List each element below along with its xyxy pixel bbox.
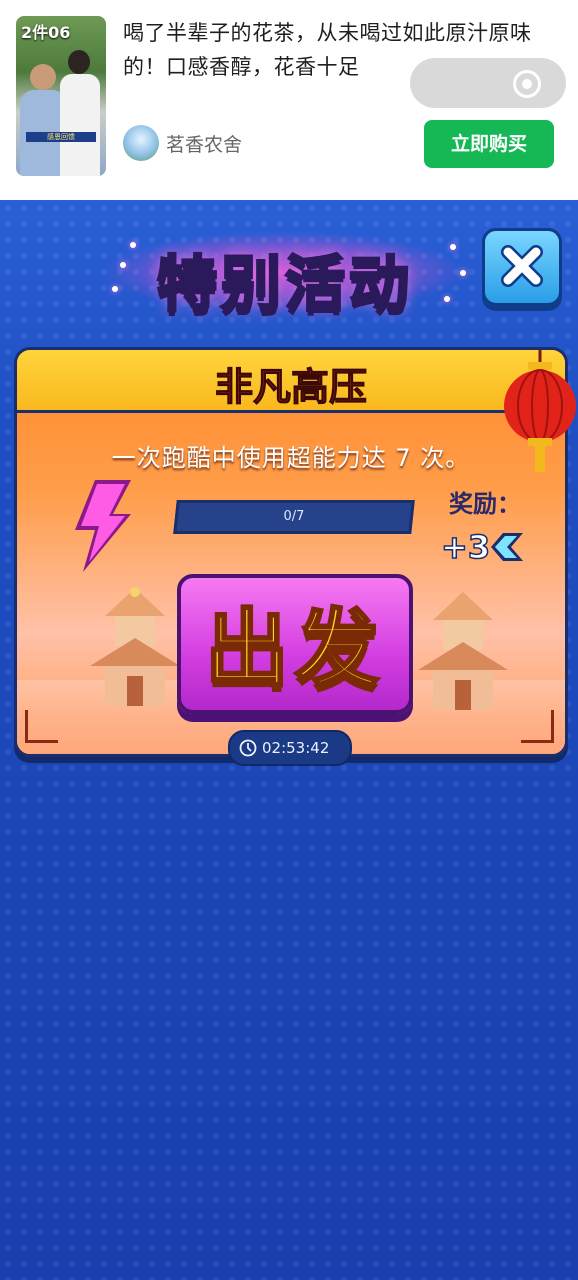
- ad-banner[interactable]: 2件06 感恩回馈 喝了半辈子的花茶，从未喝过如此原汁原味的！口感香醇，花香十足…: [0, 0, 578, 200]
- corner-ornament: [25, 710, 58, 743]
- clock-icon: [239, 739, 257, 757]
- task-progress-bar: 0/7: [173, 500, 415, 534]
- go-button-label: 出发: [203, 599, 385, 700]
- ad-thumb-caption: 感恩回馈: [26, 132, 96, 142]
- go-button[interactable]: 出发: [177, 574, 413, 714]
- boost-token-icon: [491, 533, 523, 561]
- ad-thumbnail-image[interactable]: 2件06 感恩回馈: [16, 16, 106, 176]
- task-description: 一次跑酷中使用超能力达 7 次。: [111, 444, 471, 472]
- reward-value: +3: [440, 527, 491, 567]
- task-progress-text: 0/7: [283, 509, 305, 524]
- event-title: 特别活动: [156, 249, 413, 322]
- brand-avatar: [123, 125, 159, 161]
- task-title: 非凡高压: [214, 365, 367, 410]
- event-title-banner: 特别活动: [100, 224, 470, 322]
- task-card: 非凡高压 一次跑酷中使用超能力达 7 次。 0/7 奖励： +3 出发: [14, 347, 568, 757]
- brand-name: 茗香农舍: [166, 134, 243, 156]
- buy-now-button[interactable]: 立即购买: [424, 120, 554, 168]
- red-lantern-icon: [504, 350, 576, 472]
- close-icon: [501, 245, 543, 287]
- superpower-bolt-icon: [75, 480, 131, 572]
- record-icon: [513, 70, 541, 98]
- task-card-header: 非凡高压: [17, 350, 565, 413]
- ad-thumb-tag: 2件06: [21, 23, 71, 42]
- pagoda-right-image: [418, 592, 508, 710]
- event-timer: 02:53:42: [228, 730, 352, 766]
- pagoda-left-image: [90, 587, 180, 706]
- corner-ornament: [521, 710, 554, 743]
- close-button[interactable]: [482, 228, 562, 306]
- timer-text: 02:53:42: [262, 739, 330, 757]
- game-screen: 特别活动 非凡高压 一次跑酷中使用超能力达 7 次。 0/7 奖励： +3 出发…: [0, 200, 578, 1280]
- reward-label: 奖励：: [449, 490, 521, 518]
- ad-close-pill[interactable]: [410, 58, 566, 108]
